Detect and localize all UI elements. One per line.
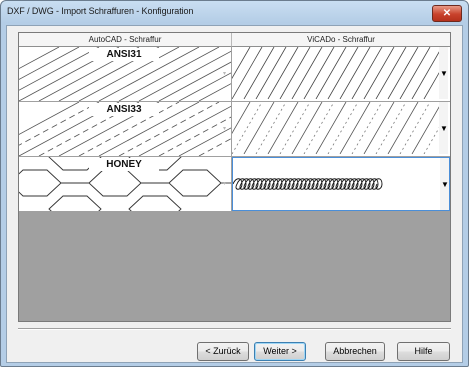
autocad-hatch-cell[interactable]: ANSI33 ▾ bbox=[19, 102, 232, 156]
back-button[interactable]: < Zurück bbox=[197, 342, 249, 361]
autocad-pattern-name: ANSI31 bbox=[89, 48, 159, 61]
autocad-hatch-cell[interactable]: ANSI31 ▾ bbox=[19, 47, 232, 101]
vicado-hatch-dropdown[interactable]: ▼ bbox=[232, 102, 450, 156]
chevron-down-icon: ▼ bbox=[440, 69, 448, 78]
dropdown-button[interactable]: ▼ bbox=[440, 158, 449, 210]
chevron-down-icon: ▾ bbox=[223, 126, 227, 132]
chevron-down-icon: ▼ bbox=[440, 124, 448, 133]
chevron-down-icon: ▾ bbox=[223, 181, 227, 187]
vicado-hatch-combo[interactable]: ▼ bbox=[232, 102, 448, 154]
autocad-pattern-name: HONEY bbox=[89, 158, 159, 171]
autocad-hatch-cell[interactable]: HONEY ▾ bbox=[19, 157, 232, 211]
cancel-button[interactable]: Abbrechen bbox=[325, 342, 385, 361]
table-row: ANSI31 ▾ ▼ bbox=[19, 47, 450, 102]
chevron-down-icon: ▾ bbox=[223, 71, 227, 77]
close-icon: ✕ bbox=[442, 8, 452, 19]
column-header-autocad[interactable]: AutoCAD - Schraffur bbox=[19, 33, 232, 47]
column-header-vicado[interactable]: ViCADo - Schraffur bbox=[232, 33, 450, 47]
table-row: ANSI33 ▾ ▼ bbox=[19, 102, 450, 157]
vicado-hatch-dropdown[interactable]: ▼ bbox=[232, 47, 450, 101]
vicado-hatch-combo[interactable]: ▼ bbox=[232, 157, 450, 211]
close-button[interactable]: ✕ bbox=[432, 5, 462, 22]
vicado-dashed-diagonal-preview bbox=[232, 102, 439, 154]
dialog-window: DXF / DWG - Import Schraffuren - Konfigu… bbox=[0, 0, 469, 367]
next-button[interactable]: Weiter > bbox=[254, 342, 306, 361]
vicado-hatch-dropdown[interactable]: ▼ bbox=[232, 157, 450, 211]
chevron-down-icon: ▼ bbox=[441, 180, 449, 189]
dropdown-button[interactable]: ▼ bbox=[439, 47, 448, 99]
table-row: HONEY ▾ ▼ bbox=[19, 157, 450, 212]
vicado-diagonal-lines-preview bbox=[232, 47, 439, 99]
separator-line bbox=[18, 328, 451, 330]
dropdown-button[interactable]: ▼ bbox=[439, 102, 448, 154]
vicado-hatch-combo[interactable]: ▼ bbox=[232, 47, 448, 99]
hatch-mapping-grid: AutoCAD - Schraffur ViCADo - Schraffur A… bbox=[18, 32, 451, 322]
autocad-pattern-name: ANSI33 bbox=[89, 103, 159, 116]
vicado-loops-preview bbox=[233, 178, 383, 190]
window-title: DXF / DWG - Import Schraffuren - Konfigu… bbox=[7, 6, 194, 16]
title-bar[interactable]: DXF / DWG - Import Schraffuren - Konfigu… bbox=[1, 1, 468, 25]
help-button[interactable]: Hilfe bbox=[397, 342, 450, 361]
dialog-client-area: AutoCAD - Schraffur ViCADo - Schraffur A… bbox=[6, 25, 463, 363]
